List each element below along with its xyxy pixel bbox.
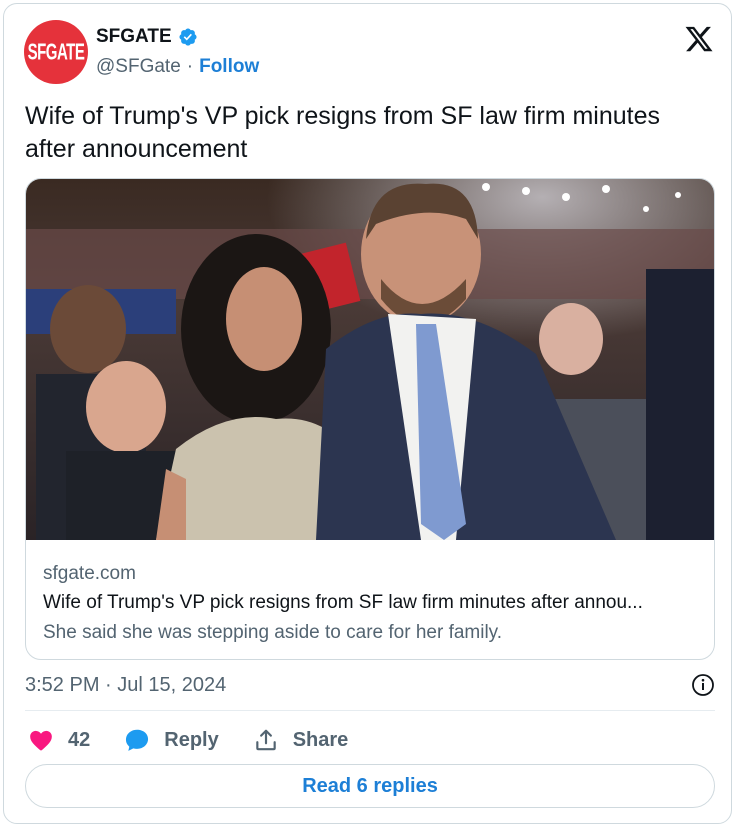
tweet-embed-card: SFGATE SFGATE @SFGate · Follow Wife of T… <box>3 3 732 824</box>
link-preview-meta: sfgate.com Wife of Trump's VP pick resig… <box>43 560 703 648</box>
link-domain: sfgate.com <box>43 563 136 584</box>
handle-row: @SFGate · Follow <box>96 56 259 78</box>
read-replies-label: Read 6 replies <box>302 774 438 797</box>
divider <box>25 710 715 711</box>
avatar[interactable]: SFGATE <box>24 20 88 84</box>
tweet-timestamp[interactable]: 3:52 PM · Jul 15, 2024 <box>25 674 226 696</box>
like-button[interactable]: 42 <box>28 727 90 753</box>
display-name[interactable]: SFGATE <box>96 26 172 48</box>
x-logo-icon[interactable] <box>684 24 714 54</box>
share-button[interactable]: Share <box>253 727 349 753</box>
link-title: Wife of Trump's VP pick resigns from SF … <box>43 592 643 613</box>
like-count: 42 <box>68 728 91 751</box>
follow-button[interactable]: Follow <box>199 56 259 78</box>
reply-bubble-icon <box>126 729 149 751</box>
reply-button[interactable]: Reply <box>124 727 219 753</box>
article-photo <box>26 179 714 540</box>
link-preview-card[interactable]: sfgate.com Wife of Trump's VP pick resig… <box>25 178 715 660</box>
name-row: SFGATE <box>96 26 198 48</box>
handle[interactable]: @SFGate <box>96 56 181 78</box>
share-upload-icon <box>255 729 276 751</box>
handle-separator: · <box>186 56 194 77</box>
heart-icon <box>30 730 52 751</box>
link-description: She said she was stepping aside to care … <box>43 622 503 643</box>
verified-badge-icon <box>179 28 197 46</box>
share-label: Share <box>292 728 349 751</box>
info-icon[interactable] <box>691 673 715 697</box>
action-bar: 42 Reply Share <box>28 722 382 758</box>
reply-label: Reply <box>164 728 219 751</box>
tweet-text: Wife of Trump's VP pick resigns from SF … <box>25 102 661 163</box>
read-replies-button[interactable]: Read 6 replies <box>25 764 715 808</box>
timestamp-row: 3:52 PM · Jul 15, 2024 <box>25 669 715 701</box>
tweet-header: SFGATE SFGATE @SFGate · Follow <box>24 18 714 84</box>
avatar-logo-text: SFGATE <box>27 38 85 66</box>
